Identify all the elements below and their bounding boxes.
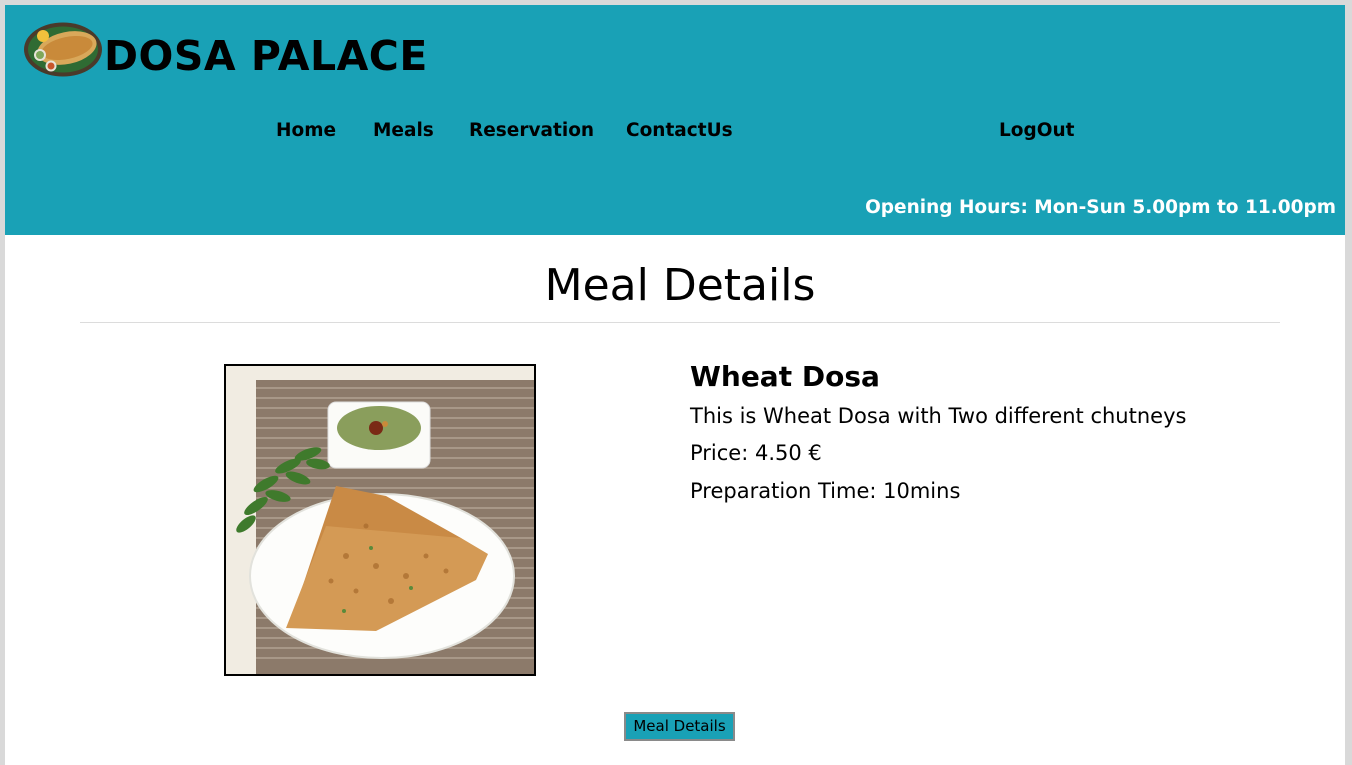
wheat-dosa-photo-icon — [226, 366, 534, 674]
nav-meals[interactable]: Meals — [373, 118, 434, 144]
dosa-plate-logo-icon — [24, 22, 102, 77]
nav-contactus[interactable]: ContactUs — [626, 118, 733, 144]
meal-description: This is Wheat Dosa with Two different ch… — [690, 404, 1187, 428]
site-header: DOSA PALACE Home Meals Reservation Conta… — [5, 5, 1345, 235]
meal-name: Wheat Dosa — [690, 360, 880, 393]
meal-price: Price: 4.50 € — [690, 441, 822, 465]
meal-details-button[interactable]: Meal Details — [624, 712, 735, 741]
meal-image — [224, 364, 536, 676]
page: DOSA PALACE Home Meals Reservation Conta… — [5, 5, 1345, 765]
nav-logout[interactable]: LogOut — [999, 118, 1074, 144]
meal-prep-time: Preparation Time: 10mins — [690, 479, 961, 503]
nav-reservation[interactable]: Reservation — [469, 118, 594, 144]
brand-title: DOSA PALACE — [104, 32, 428, 80]
opening-hours: Opening Hours: Mon-Sun 5.00pm to 11.00pm — [865, 197, 1336, 218]
page-title: Meal Details — [544, 260, 816, 311]
nav-home[interactable]: Home — [276, 118, 336, 144]
title-divider — [80, 322, 1280, 323]
